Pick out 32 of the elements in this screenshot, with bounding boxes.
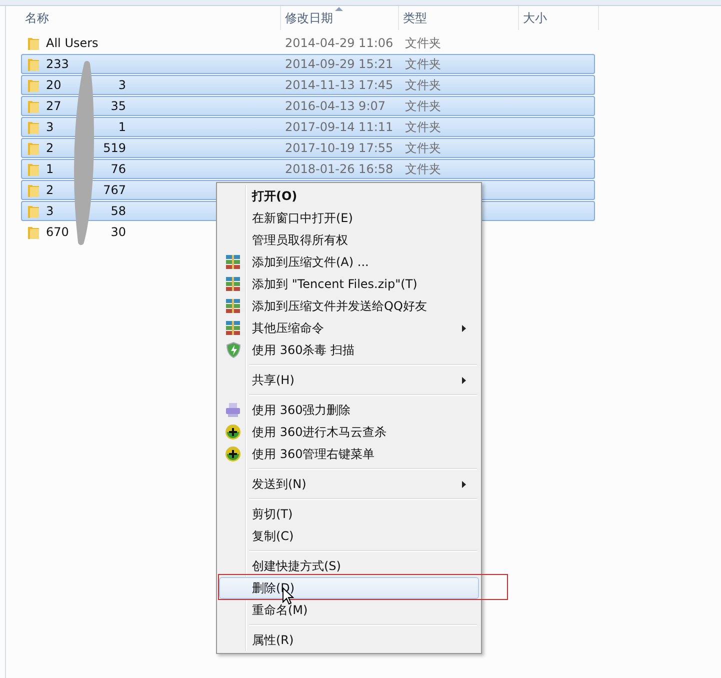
file-name: 519 xyxy=(103,141,126,155)
file-name: 58 xyxy=(110,204,126,218)
file-name: All Users xyxy=(46,36,98,50)
type-cell-text: 文件夹 xyxy=(405,98,442,114)
file-name: 3 xyxy=(118,78,126,92)
type-cell-text: 文件夹 xyxy=(405,140,442,156)
file-name: 3 xyxy=(46,204,54,218)
type-cell-text: 文件夹 xyxy=(405,160,442,178)
file-name: 30 xyxy=(110,225,126,239)
type-cell-text: 文件夹 xyxy=(405,34,442,52)
file-name: 1 xyxy=(118,120,126,134)
date-cell-text: 2017-09-14 11:11 xyxy=(285,120,394,134)
file-name: 2 xyxy=(46,183,54,197)
type-cell-text: 文件夹 xyxy=(405,118,442,136)
date-cell-text: 2017-10-19 17:55 xyxy=(285,141,394,155)
date-cell-text: 2014-04-29 11:06 xyxy=(285,36,394,50)
date-cell-text: 2018-01-26 16:58 xyxy=(285,162,394,176)
file-name: 20 xyxy=(46,78,62,92)
date-cell-text: 2014-11-13 17:45 xyxy=(285,78,394,92)
date-cell-text: 2014-09-29 15:21 xyxy=(285,57,394,71)
file-name: 767 xyxy=(103,183,126,197)
file-name: 35 xyxy=(110,99,126,113)
file-name: 27 xyxy=(46,99,62,113)
type-cell-text: 文件夹 xyxy=(405,76,442,94)
type-cell-text: 文件夹 xyxy=(405,56,442,72)
file-name: 670 xyxy=(46,225,69,239)
date-cell-text: 2016-04-13 9:07 xyxy=(285,99,386,113)
file-name: 3 xyxy=(46,120,54,134)
file-name: 2 xyxy=(46,141,54,155)
file-name: 1 xyxy=(46,162,54,176)
file-name: 76 xyxy=(110,162,126,176)
file-name: 233 xyxy=(46,57,69,71)
